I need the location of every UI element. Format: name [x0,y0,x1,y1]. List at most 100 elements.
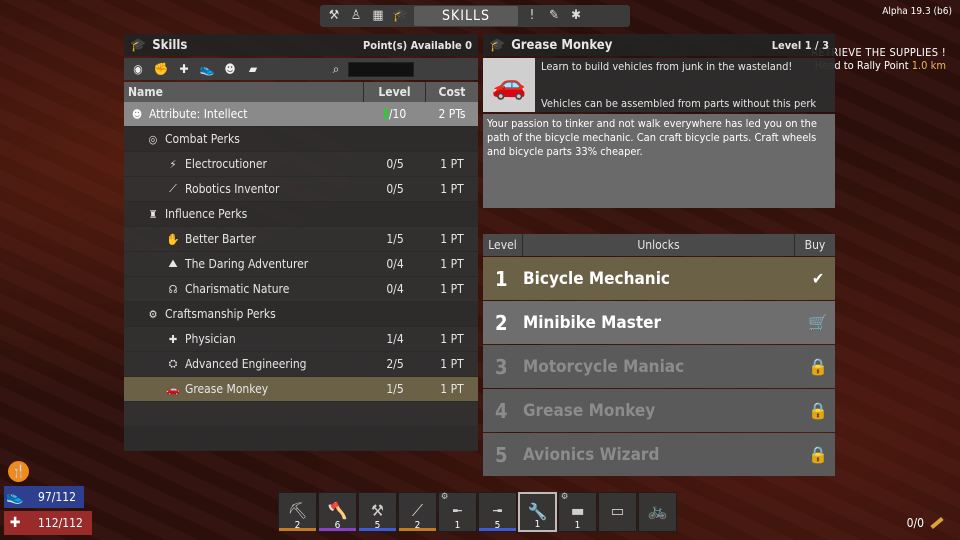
toolbelt-slot[interactable]: ▭ [598,492,637,532]
perk-cost: 1 PT [440,232,464,246]
toolbelt-slot[interactable]: ⚒ 5 [358,492,397,532]
toolbelt-slot[interactable]: ⟋ 2 [398,492,437,532]
brain-icon[interactable]: ☻ [222,62,238,76]
plus-icon[interactable]: ✚ [176,62,192,76]
cross-icon: ✚ [9,515,21,531]
gear-icon: ⚙ [441,492,449,502]
perk-row[interactable]: ✚ Physician 1/4 1 PT [124,327,478,352]
perk-row[interactable]: ✋ Better Barter 1/5 1 PT [124,227,478,252]
col-name[interactable]: Name [124,82,364,102]
perk-cost: 1 PT [440,182,464,196]
unlock-level: 2 [495,310,508,335]
toolbelt-slot[interactable]: ⚙ ╾ 1 [438,492,477,532]
unlock-row[interactable]: 3 Motorcycle Maniac 🔒 [483,345,835,388]
toolbelt-slot-active[interactable]: 🔧 1 [518,492,557,532]
eye-icon[interactable]: ◉ [130,62,146,76]
perk-name: Better Barter [185,232,256,246]
col-level[interactable]: Level [364,82,426,102]
lock-icon: 🔒 [808,357,828,376]
perk-level: 2/5 [386,357,404,371]
unlock-name: Grease Monkey [523,400,656,421]
col-unlocks: Unlocks [523,234,795,256]
perk-name: Grease Monkey [185,382,269,396]
character-icon[interactable]: ♙ [348,8,364,24]
filter-bar: ◉ ✊ ✚ 👟 ☻ ▰ ⌕ [124,58,478,80]
perk-cost: 1 PT [440,332,464,346]
perk-row[interactable]: ⛰ The Daring Adventurer 0/4 1 PT [124,252,478,277]
unlock-level: 3 [495,354,508,379]
unlock-row[interactable]: 1 Bicycle Mechanic ✔ [483,257,835,300]
cart-icon[interactable]: 🛒 [801,313,835,332]
toolbelt-slot[interactable]: ⚙ ▬ 1 [558,492,597,532]
detail-summary: 🚗 Learn to build vehicles from junk in t… [483,58,835,112]
skills-title: Skills [152,37,188,53]
perk-row[interactable]: ⟋ Robotics Inventor 0/5 1 PT [124,177,478,202]
attribute-cost: 2 PTs [438,107,466,121]
checkmark-icon: ✔ [811,269,825,288]
slot-count: 2 [294,520,301,531]
unlock-row[interactable]: 2 Minibike Master 🛒 [483,301,835,344]
toolbelt-slot[interactable]: 🪓 6 [318,492,357,532]
col-buy: Buy [804,238,826,252]
level-progress-bar [383,108,388,119]
unlock-name: Bicycle Mechanic [523,268,670,289]
perk-cost: 1 PT [440,257,464,271]
search-icon: ⌕ [332,61,340,76]
exclamation-icon: ! [941,46,946,59]
category-row[interactable]: ♜ Influence Perks [124,202,478,227]
ammo-value: 0/0 [906,516,924,530]
shoe-icon: 👟 [6,489,24,505]
perk-cost: 1 PT [440,282,464,296]
pickaxe-icon: ⛏ [287,501,308,520]
category-name: Influence Perks [165,207,248,221]
toolbelt-slot[interactable]: ╼ 5 [478,492,517,532]
slot-count: 5 [374,520,381,531]
perk-name: Charismatic Nature [185,282,290,296]
podium-icon: ♜ [148,207,158,221]
skills-icon[interactable]: 🎓 [392,8,408,24]
perk-row-selected[interactable]: 🚗 Grease Monkey 1/5 1 PT [124,377,478,402]
unlock-level: 1 [495,266,508,291]
workbench-icon: ⛭ [168,357,178,370]
search-input[interactable] [348,61,414,77]
slot-count: 1 [574,520,581,531]
tab-skills[interactable]: SKILLS [414,6,518,26]
shoe-icon[interactable]: 👟 [199,62,215,76]
map-icon[interactable]: ▦ [370,8,386,24]
col-cost[interactable]: Cost [426,82,478,102]
food-icon: 🍴 [8,461,29,482]
turret-icon: ⟋ [169,182,177,195]
toolbelt-slot[interactable]: 🚲 [638,492,677,532]
book-icon[interactable]: ▰ [245,62,261,76]
perk-row[interactable]: ☊ Charismatic Nature 0/4 1 PT [124,277,478,302]
quest-icon[interactable]: ! [524,8,540,24]
skills-icon: 🎓 [130,37,147,53]
slot-count: 6 [334,520,341,531]
category-row[interactable]: ◎ Combat Perks [124,127,478,152]
unlock-row[interactable]: 4 Grease Monkey 🔒 [483,389,835,432]
unlock-row[interactable]: 5 Avionics Wizard 🔒 [483,433,835,476]
skills-icon: 🎓 [489,37,506,53]
points-available: Point(s) Available 0 [363,38,472,52]
skills-panel: 🎓 Skills Point(s) Available 0 ◉ ✊ ✚ 👟 ☻ … [124,34,478,456]
search-box: ⌕ [328,61,414,77]
skills-column-header: Name Level Cost [124,82,478,102]
perk-level: 0/5 [386,157,404,171]
category-row[interactable]: ⚙ Craftsmanship Perks [124,302,478,327]
speech-icon: ☊ [168,282,178,296]
toolbelt-slot[interactable]: ⛏ 2 [278,492,317,532]
strength-icon[interactable]: ✊ [153,62,169,76]
detail-description: Your passion to tinker and not walk ever… [483,114,835,208]
detail-level: Level 1 / 3 [771,38,829,52]
pencil-icon[interactable]: ✎ [546,8,562,24]
unlock-name: Avionics Wizard [523,444,660,465]
hammer-icon[interactable]: ⚒ [326,8,342,24]
perk-row[interactable]: ⛭ Advanced Engineering 2/5 1 PT [124,352,478,377]
perk-row[interactable]: ⚡ Electrocutioner 0/5 1 PT [124,152,478,177]
players-icon[interactable]: ✱ [568,8,584,24]
attribute-row[interactable]: ☻ Attribute: Intellect /10 2 PTs [124,102,478,127]
ammo-counter: 0/0 [907,516,944,530]
perk-level: 1/4 [386,332,404,346]
col-level: Level [483,234,523,256]
bicycle-icon: 🚲 [647,501,668,520]
